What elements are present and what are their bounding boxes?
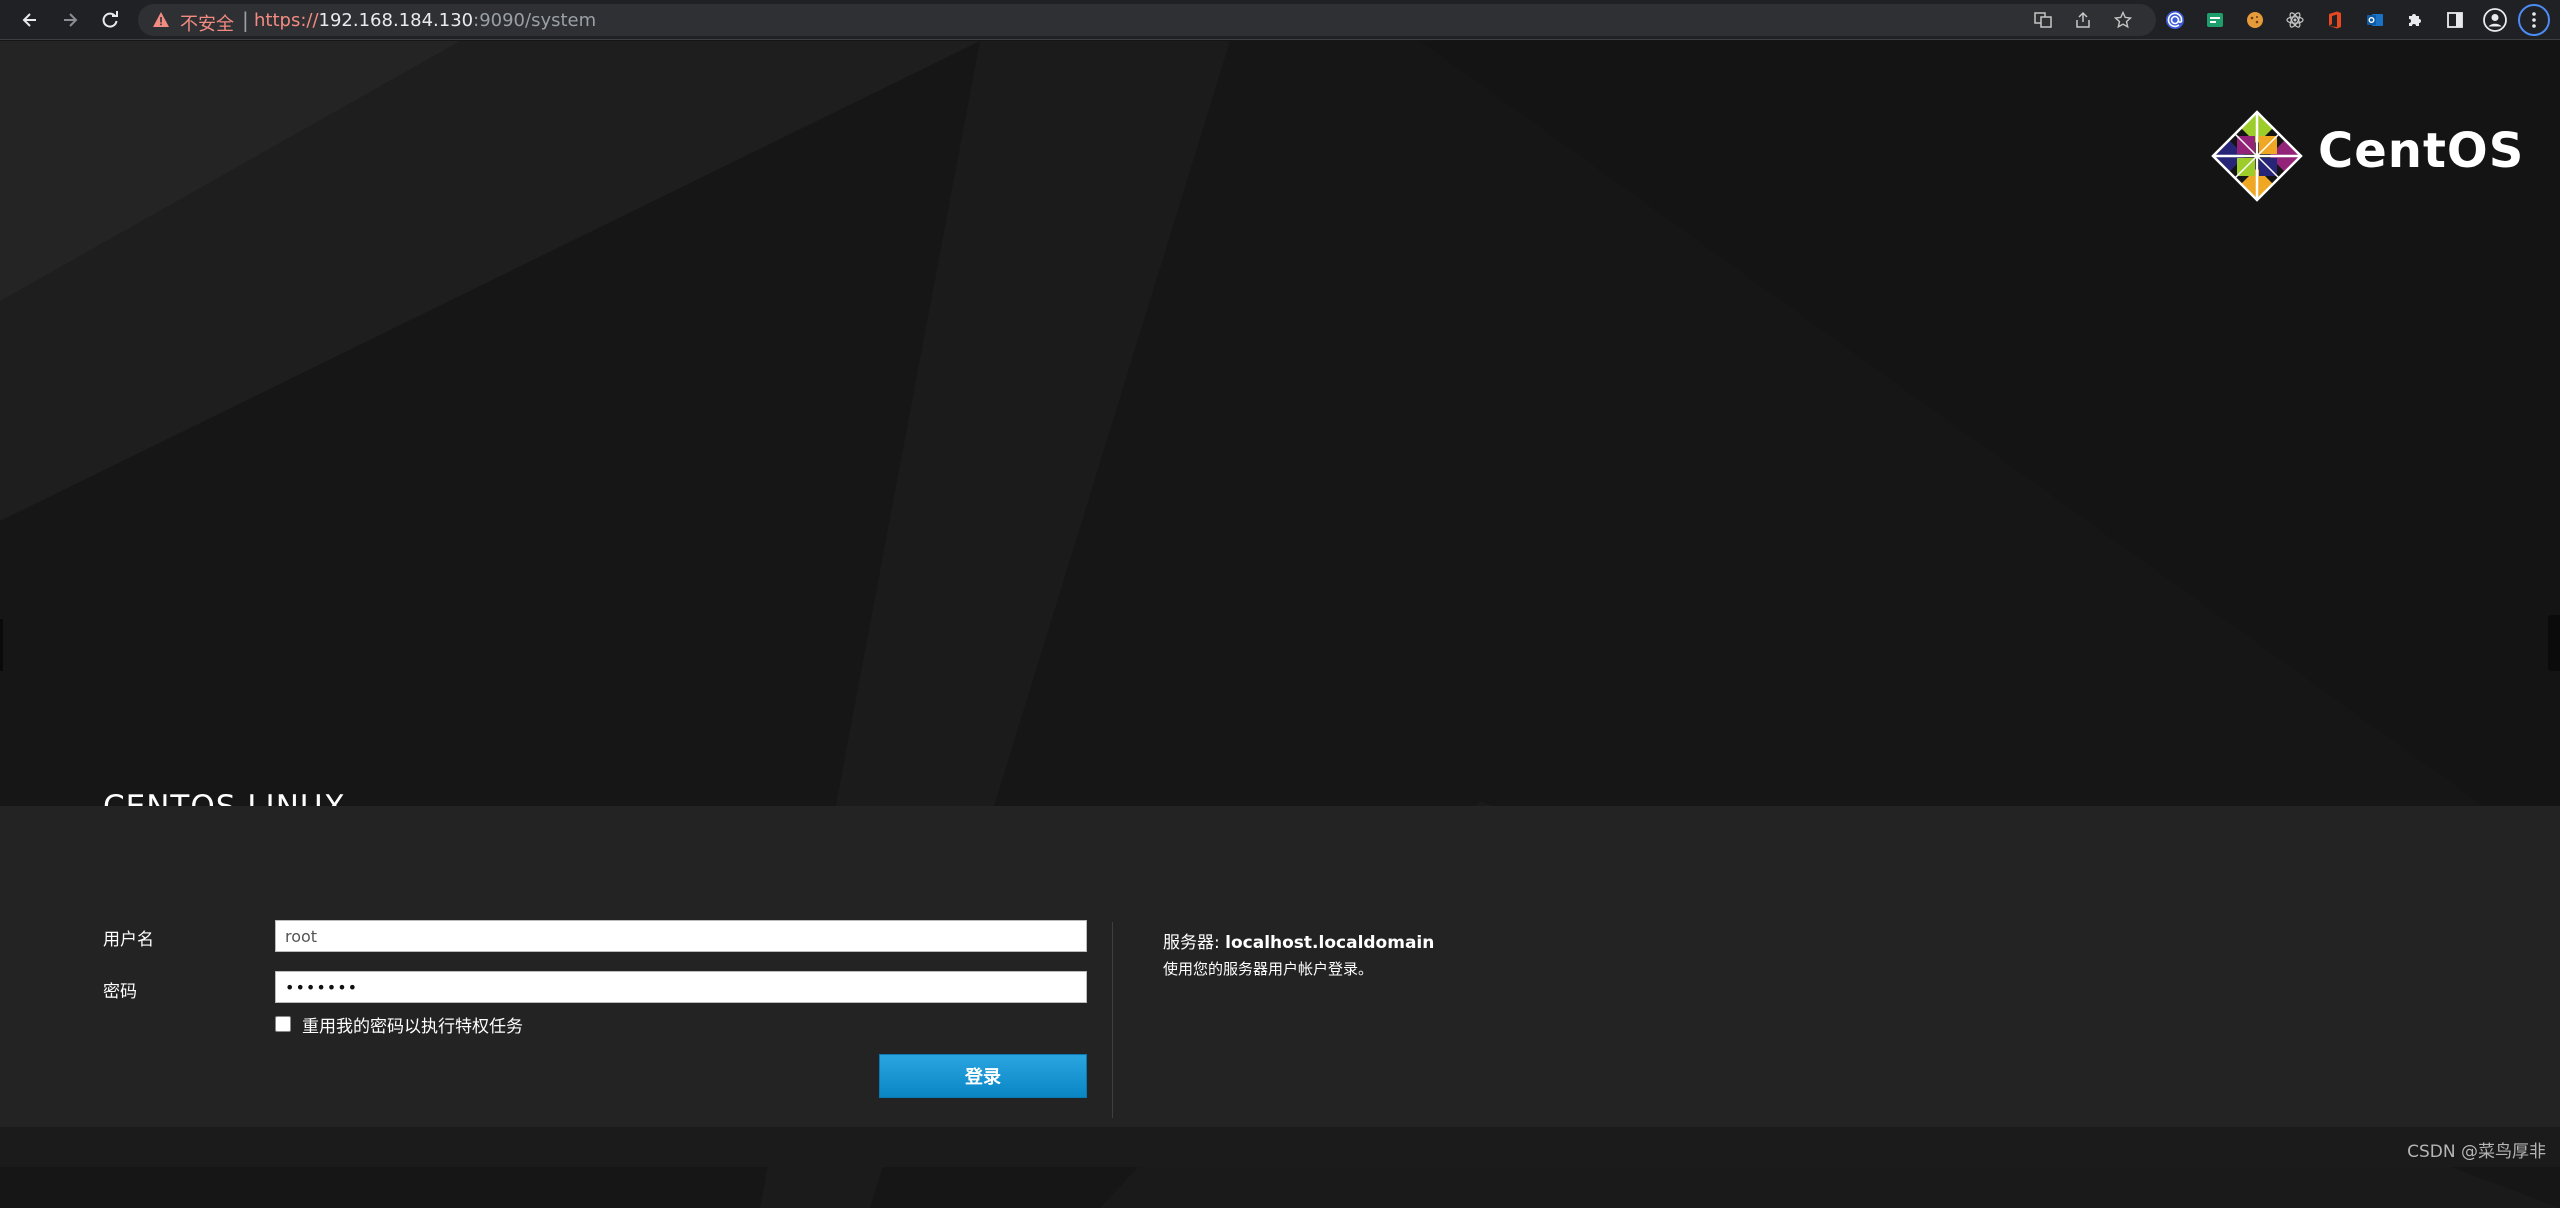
address-bar[interactable]: 不安全 | https://192.168.184.130:9090/syste… (138, 4, 2156, 36)
url-scheme: https:// (254, 10, 319, 31)
url-separator: | (242, 8, 249, 32)
security-warning-text[interactable]: 不安全 (180, 10, 234, 36)
outlook-icon[interactable] (2361, 6, 2389, 34)
share-icon[interactable] (2071, 8, 2095, 32)
url-host: 192.168.184.130 (318, 10, 474, 31)
browser-toolbar: 不安全 | https://192.168.184.130:9090/syste… (0, 0, 2560, 40)
page-footer: CSDN @菜鸟厚非 (0, 1127, 2560, 1167)
at-icon[interactable] (2161, 6, 2189, 34)
puzzle-icon[interactable] (2401, 6, 2429, 34)
extension-green-icon[interactable] (2201, 6, 2229, 34)
translate-icon[interactable] (2031, 8, 2055, 32)
centos-logo: CentOS (2210, 109, 2523, 203)
more-vert-icon[interactable] (2518, 4, 2550, 36)
centos-logo-mark (2211, 110, 2303, 202)
right-edge-handle[interactable] (2548, 615, 2560, 671)
profile-icon[interactable] (2481, 6, 2509, 34)
warning-icon (153, 12, 169, 27)
url-path: :9090/system (473, 10, 597, 31)
logo-text: CentOS (2318, 123, 2525, 179)
arrow-right-icon[interactable] (56, 6, 84, 34)
server-label: 服务器: (1163, 933, 1220, 953)
office-icon[interactable] (2321, 6, 2349, 34)
reload-icon[interactable] (96, 6, 124, 34)
side-panel-icon[interactable] (2441, 6, 2469, 34)
star-icon[interactable] (2111, 8, 2135, 32)
left-edge-handle[interactable] (0, 619, 3, 671)
username-input[interactable] (275, 920, 1087, 952)
server-info: 服务器: localhost.localdomain (1163, 928, 1434, 953)
cookie-icon[interactable] (2241, 6, 2269, 34)
username-label: 用户名 (103, 930, 154, 950)
reuse-password-label[interactable]: 重用我的密码以执行特权任务 (302, 1012, 523, 1037)
login-button[interactable]: 登录 (879, 1054, 1087, 1098)
password-input[interactable] (275, 971, 1087, 1003)
url-text[interactable]: https://192.168.184.130:9090/system (254, 10, 596, 31)
server-help-text: 使用您的服务器用户帐户登录。 (1163, 960, 1374, 978)
server-name: localhost.localdomain (1225, 933, 1435, 953)
reuse-password-checkbox[interactable] (275, 1016, 291, 1032)
password-label: 密码 (103, 982, 137, 1002)
arrow-left-icon[interactable] (16, 6, 44, 34)
watermark-text: CSDN @菜鸟厚非 (2407, 1142, 2546, 1162)
react-icon[interactable] (2281, 6, 2309, 34)
panel-divider (1112, 922, 1113, 1118)
